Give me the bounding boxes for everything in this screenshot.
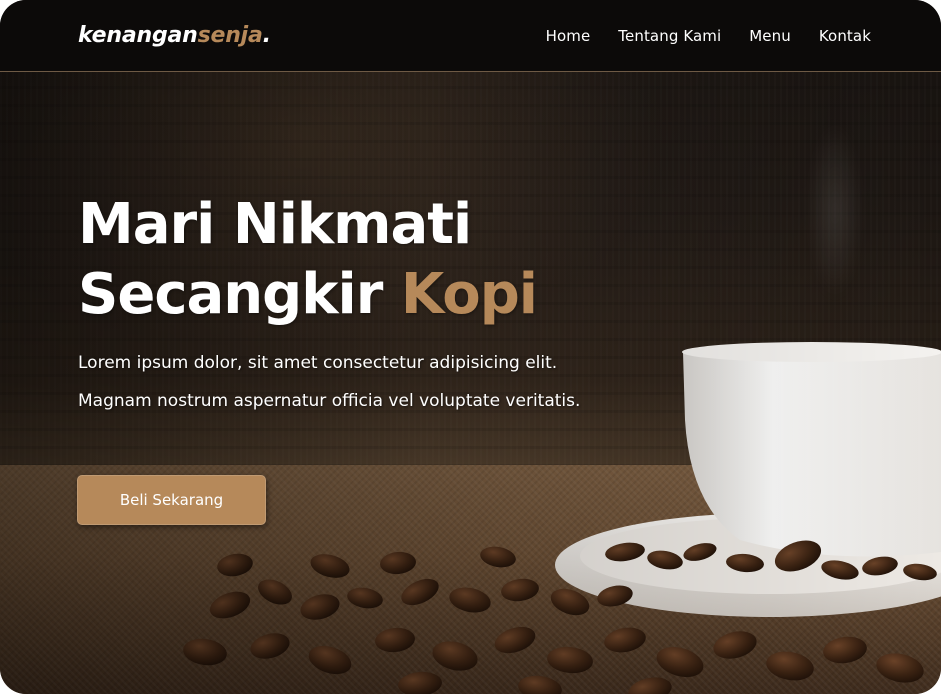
logo-dot: . — [262, 23, 271, 48]
nav-link-kontak[interactable]: Kontak — [819, 27, 871, 45]
nav-link-menu[interactable]: Menu — [749, 27, 791, 45]
hero-title: Mari Nikmati Secangkir Kopi — [78, 190, 638, 330]
nav-link-tentang-kami[interactable]: Tentang Kami — [618, 27, 721, 45]
hero-content: Mari Nikmati Secangkir Kopi Lorem ipsum … — [78, 190, 638, 420]
hero-title-accent: Kopi — [400, 262, 538, 327]
nav-links: Home Tentang Kami Menu Kontak — [546, 27, 871, 45]
hero-title-line2-plain: Secangkir — [78, 262, 383, 327]
navbar: kenangansenja. Home Tentang Kami Menu Ko… — [0, 0, 941, 72]
brand-logo[interactable]: kenangansenja. — [78, 23, 271, 48]
hero-description: Lorem ipsum dolor, sit amet consectetur … — [78, 353, 581, 411]
hero-title-line1: Mari Nikmati — [78, 192, 472, 257]
logo-text-accent: senja — [197, 23, 263, 48]
coffee-steam — [790, 80, 880, 340]
landing-page: kenangansenja. Home Tentang Kami Menu Ko… — [0, 0, 941, 694]
nav-link-home[interactable]: Home — [546, 27, 591, 45]
buy-now-button[interactable]: Beli Sekarang — [77, 475, 266, 525]
logo-text-primary: kenangan — [78, 23, 198, 48]
